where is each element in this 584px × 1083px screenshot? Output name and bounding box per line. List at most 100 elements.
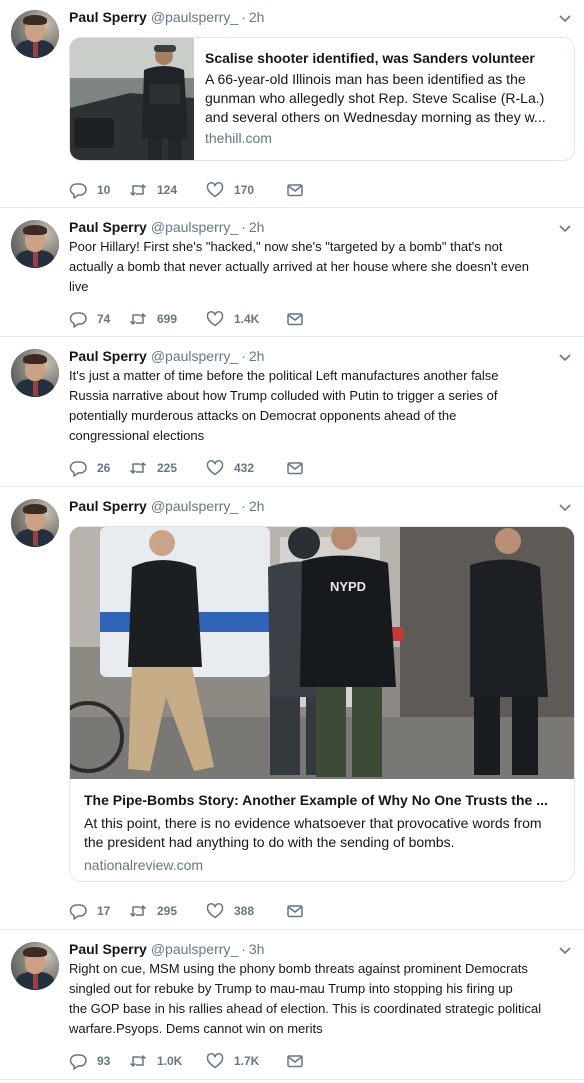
reply-button[interactable]: 17	[69, 901, 129, 921]
timeline: Paul Sperry @paulsperry_ · 2h Scalise sh…	[0, 0, 584, 1080]
reply-count: 93	[97, 1054, 111, 1068]
reply-icon	[69, 1054, 87, 1070]
avatar[interactable]	[11, 499, 59, 547]
card-domain: thehill.com	[205, 130, 272, 146]
tweet-text: Right on cue, MSM using the phony bomb t…	[69, 959, 569, 1039]
chevron-down-icon[interactable]	[558, 11, 572, 25]
author-handle[interactable]: @paulsperry_	[151, 9, 238, 25]
retweet-count: 1.0K	[157, 1054, 183, 1068]
tweet-actions: 10 124 170	[69, 180, 306, 200]
like-count: 170	[234, 183, 255, 197]
retweet-button[interactable]: 295	[129, 901, 206, 921]
retweet-button[interactable]: 124	[129, 180, 206, 200]
retweet-icon	[129, 462, 147, 474]
avatar[interactable]	[11, 220, 59, 268]
separator: ·	[241, 219, 246, 235]
card-domain: nationalreview.com	[84, 857, 204, 873]
retweet-count: 124	[157, 183, 178, 197]
reply-icon	[69, 312, 87, 328]
envelope-icon	[287, 184, 303, 197]
retweet-icon	[129, 184, 147, 196]
link-card[interactable]: NYPD The Pipe-Bombs Story: Another Examp…	[69, 526, 575, 882]
card-body: Scalise shooter identified, was Sanders …	[205, 38, 567, 146]
tweet[interactable]: Paul Sperry @paulsperry_ · 2h It's just …	[0, 337, 584, 487]
reply-button[interactable]: 93	[69, 1051, 129, 1071]
like-button[interactable]: 170	[206, 180, 286, 200]
tweet-header: Paul Sperry @paulsperry_ · 2h	[69, 219, 264, 239]
tweet-actions: 74 699 1.4K	[69, 309, 306, 329]
direct-message-button[interactable]	[286, 1051, 306, 1071]
author-handle[interactable]: @paulsperry_	[151, 348, 238, 364]
retweet-icon	[129, 905, 147, 917]
author-handle[interactable]: @paulsperry_	[151, 941, 238, 957]
retweet-icon	[129, 1055, 147, 1067]
tweet[interactable]: Paul Sperry @paulsperry_ · 2h	[0, 487, 584, 930]
tweet[interactable]: Paul Sperry @paulsperry_ · 3h Right on c…	[0, 930, 584, 1080]
like-button[interactable]: 432	[206, 458, 286, 478]
reply-button[interactable]: 10	[69, 180, 129, 200]
tweet-text-line: It's just a matter of time before the po…	[69, 368, 499, 383]
retweet-button[interactable]: 699	[129, 309, 206, 329]
reply-button[interactable]: 26	[69, 458, 129, 478]
card-description-line: and several others on Wednesday morning …	[205, 109, 546, 125]
retweet-count: 225	[157, 461, 178, 475]
tweet-text-line: Russia narrative about how Trump collude…	[69, 388, 498, 403]
reply-count: 74	[97, 312, 111, 326]
separator: ·	[241, 9, 246, 25]
timestamp[interactable]: 2h	[249, 348, 265, 364]
like-button[interactable]: 1.4K	[206, 309, 286, 329]
avatar[interactable]	[11, 942, 59, 990]
retweet-button[interactable]: 1.0K	[129, 1051, 206, 1071]
timestamp[interactable]: 3h	[249, 941, 265, 957]
envelope-icon	[287, 313, 303, 326]
author-handle[interactable]: @paulsperry_	[151, 498, 238, 514]
author-name[interactable]: Paul Sperry	[69, 348, 147, 364]
tweet-text-line: congressional elections	[69, 428, 205, 443]
author-name[interactable]: Paul Sperry	[69, 498, 147, 514]
tweet-text-line: Poor Hillary! First she's "hacked," now …	[69, 239, 503, 254]
tweet[interactable]: Paul Sperry @paulsperry_ · 2h Poor Hilla…	[0, 208, 584, 337]
tweet-text-line: actually a bomb that never actually arri…	[69, 259, 529, 274]
chevron-down-icon[interactable]	[558, 221, 572, 235]
author-name[interactable]: Paul Sperry	[69, 941, 147, 957]
author-name[interactable]: Paul Sperry	[69, 219, 147, 235]
tweet-text-line: singled out for rebuke by Trump to mau-m…	[69, 981, 513, 996]
tweet[interactable]: Paul Sperry @paulsperry_ · 2h	[0, 0, 584, 208]
direct-message-button[interactable]	[286, 309, 306, 329]
card-title[interactable]: Scalise shooter identified, was Sanders …	[205, 49, 567, 67]
chevron-down-icon[interactable]	[558, 350, 572, 364]
tweet-header: Paul Sperry @paulsperry_ · 3h	[69, 941, 264, 961]
like-count: 1.7K	[234, 1054, 260, 1068]
card-title[interactable]: The Pipe-Bombs Story: Another Example of…	[84, 791, 564, 809]
timestamp[interactable]: 2h	[249, 219, 265, 235]
like-count: 388	[234, 904, 255, 918]
like-button[interactable]: 388	[206, 901, 286, 921]
retweet-count: 295	[157, 904, 178, 918]
chevron-down-icon[interactable]	[558, 500, 572, 514]
card-description-line: gunman who allegedly shot Rep. Steve Sca…	[205, 90, 545, 106]
chevron-down-icon[interactable]	[558, 943, 572, 957]
direct-message-button[interactable]	[286, 458, 306, 478]
tweet-text: Poor Hillary! First she's "hacked," now …	[69, 237, 569, 297]
author-handle[interactable]: @paulsperry_	[151, 219, 238, 235]
link-card[interactable]: Scalise shooter identified, was Sanders …	[69, 37, 575, 161]
reply-button[interactable]: 74	[69, 309, 129, 329]
tweet-text-line: live	[69, 279, 89, 294]
card-description-line: At this point, there is no evidence what…	[84, 815, 542, 831]
reply-icon	[69, 461, 87, 477]
direct-message-button[interactable]	[286, 901, 306, 921]
like-button[interactable]: 1.7K	[206, 1051, 286, 1071]
author-name[interactable]: Paul Sperry	[69, 9, 147, 25]
avatar[interactable]	[11, 10, 59, 58]
retweet-button[interactable]: 225	[129, 458, 206, 478]
timestamp[interactable]: 2h	[249, 498, 265, 514]
direct-message-button[interactable]	[286, 180, 306, 200]
timestamp[interactable]: 2h	[249, 9, 265, 25]
tweet-actions: 26 225 432	[69, 458, 306, 478]
avatar[interactable]	[11, 349, 59, 397]
retweet-icon	[129, 313, 147, 325]
heart-icon	[206, 311, 224, 327]
tweet-text-line: the GOP base in his rallies ahead of ele…	[69, 1001, 542, 1016]
card-description: A 66-year-old Illinois man has been iden…	[205, 70, 567, 127]
envelope-icon	[287, 1055, 303, 1068]
